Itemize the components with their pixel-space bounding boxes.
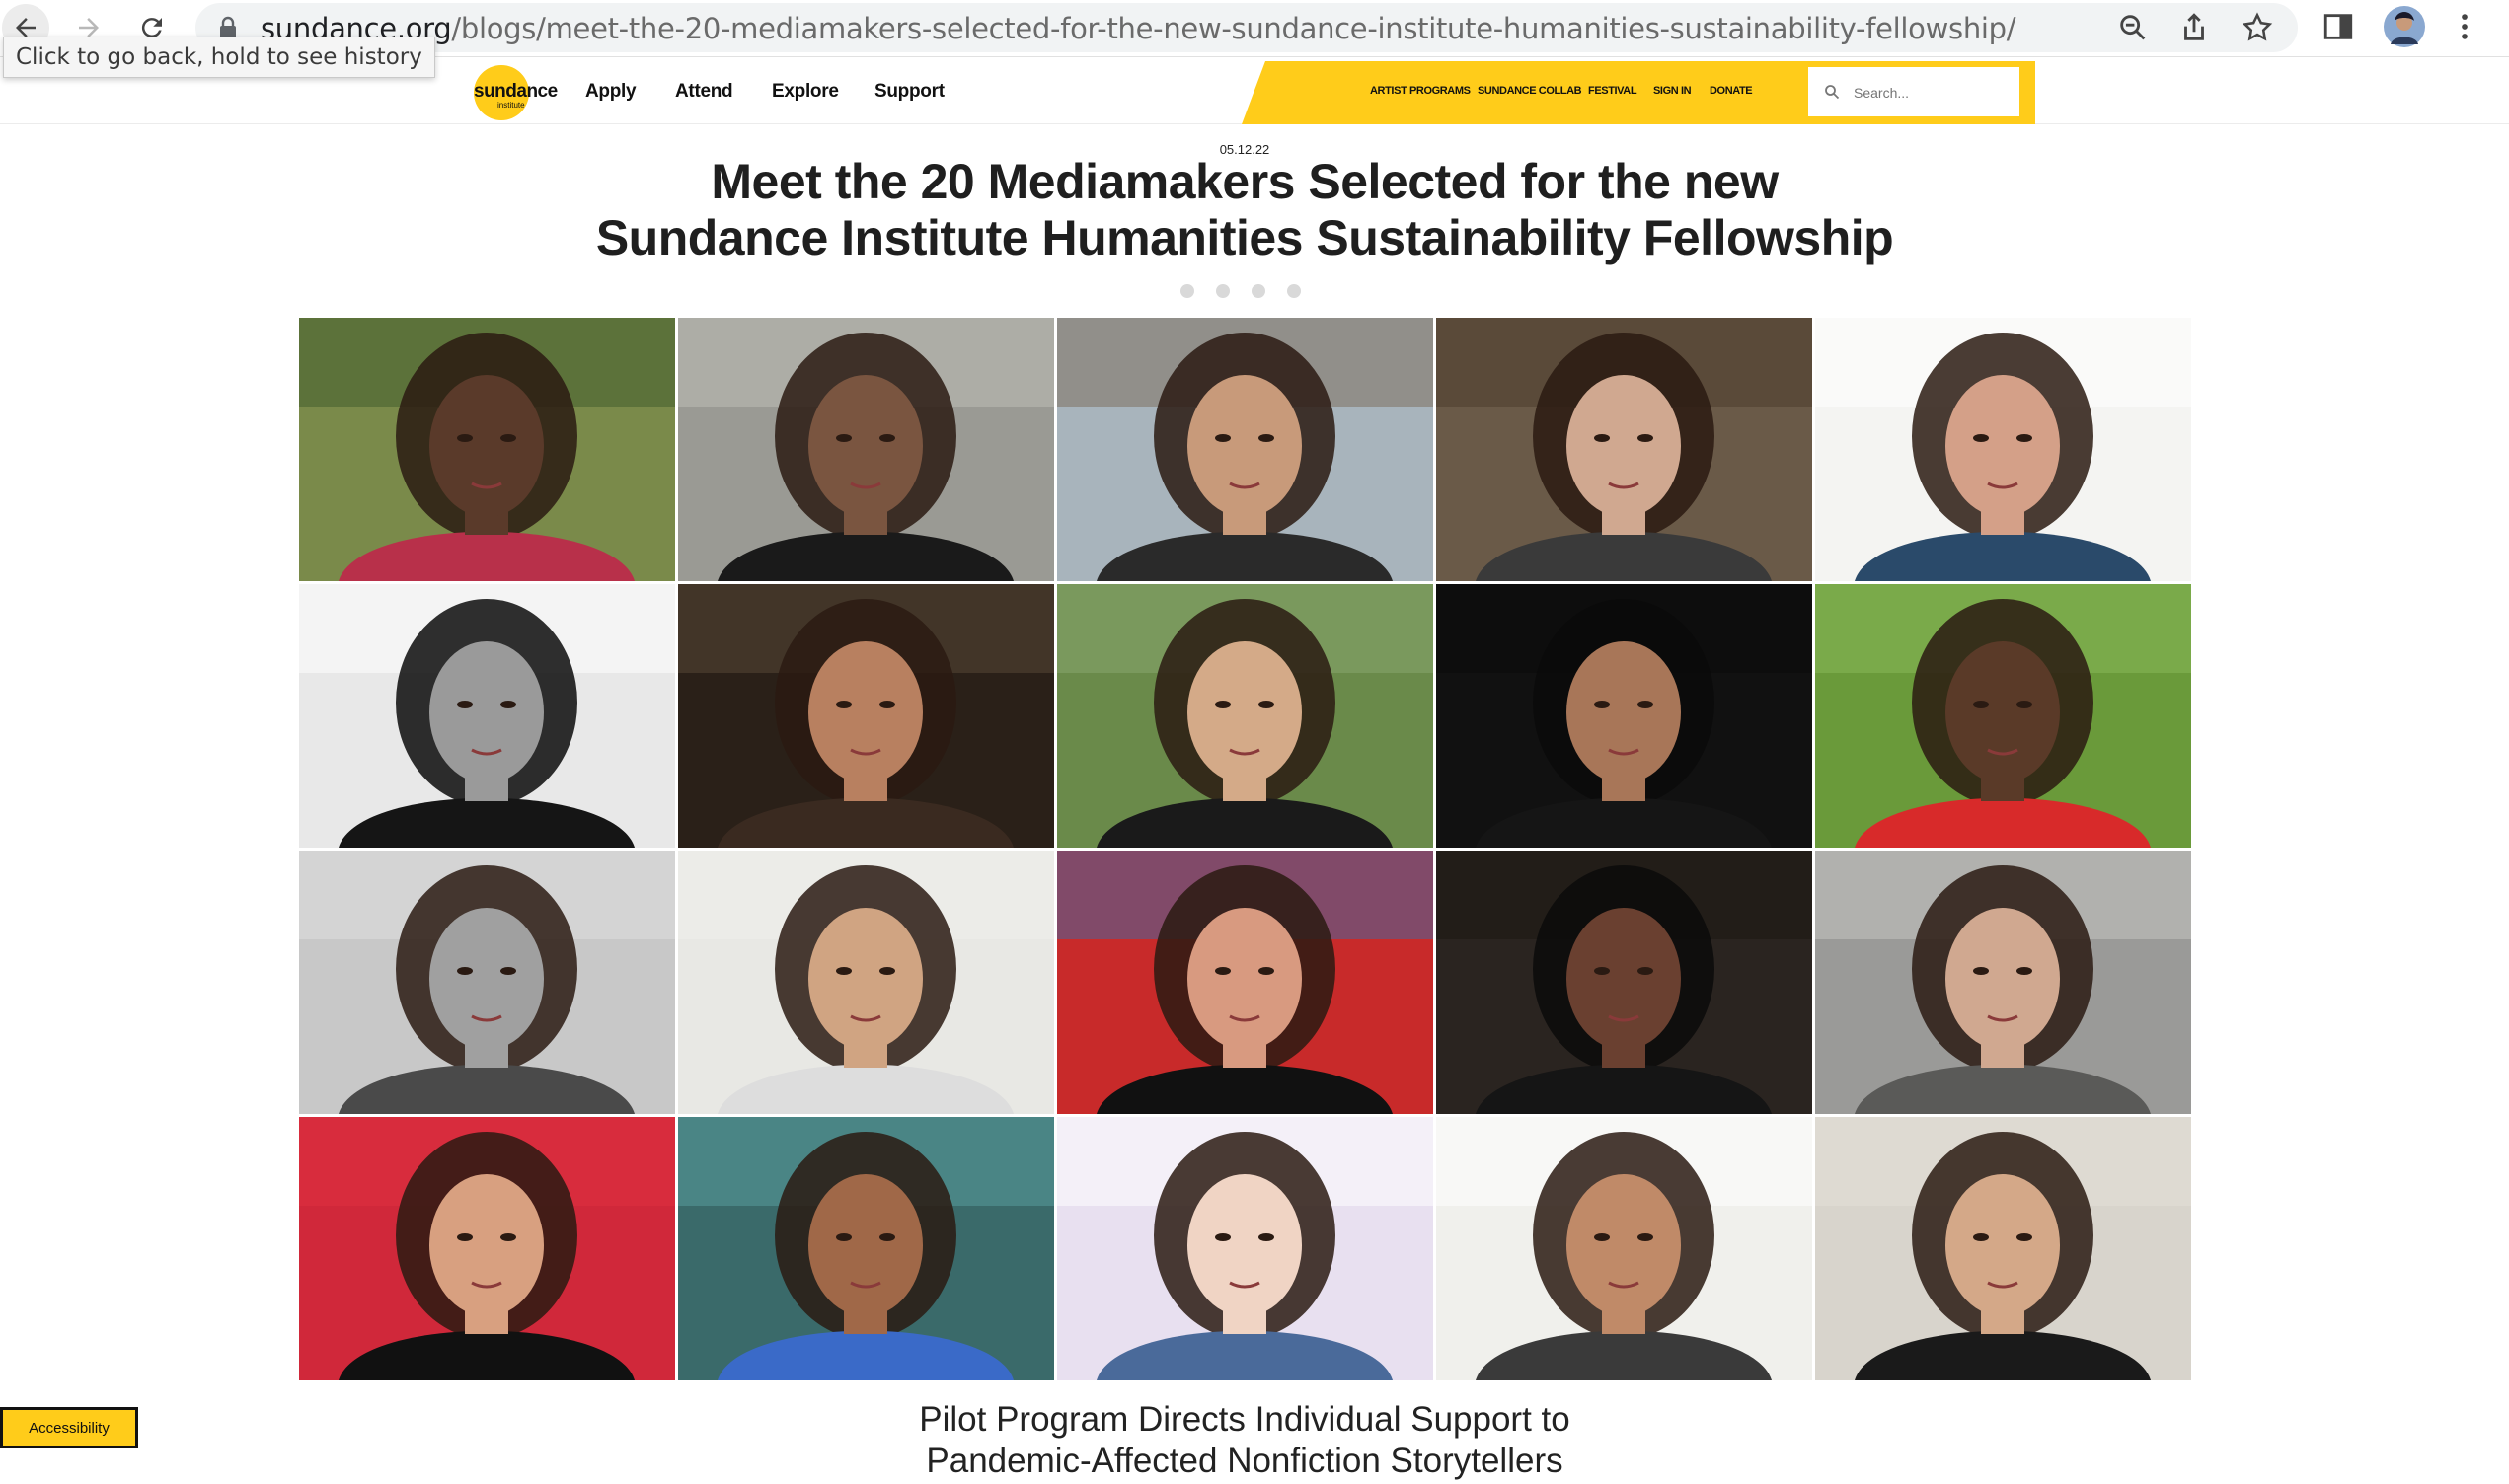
portrait-image xyxy=(1057,851,1433,1114)
share-icon[interactable] xyxy=(2177,11,2211,44)
portrait-image xyxy=(299,1117,675,1380)
nav-festival[interactable]: FESTIVAL xyxy=(1588,85,1637,97)
back-button-tooltip: Click to go back, hold to see history xyxy=(3,37,435,78)
logo-subtext: institute xyxy=(497,101,525,110)
nav-apply[interactable]: Apply xyxy=(585,81,637,103)
portrait-grid xyxy=(299,318,2191,1381)
address-bar[interactable]: sundance.org/blogs/meet-the-20-mediamake… xyxy=(195,3,2298,52)
portrait-photo[interactable] xyxy=(299,851,675,1114)
portrait-photo[interactable] xyxy=(1057,318,1433,581)
nav-attend[interactable]: Attend xyxy=(675,81,733,103)
portrait-photo[interactable] xyxy=(678,1117,1054,1380)
portrait-image xyxy=(299,851,675,1114)
title-line-2: Sundance Institute Humanities Sustainabi… xyxy=(595,210,1894,265)
subheading-line-2: Pandemic-Affected Nonfiction Storyteller… xyxy=(926,1442,1563,1480)
portrait-photo[interactable] xyxy=(1436,1117,1812,1380)
share-row xyxy=(1180,284,1301,298)
search-icon xyxy=(1825,85,1840,100)
portrait-image xyxy=(299,318,675,581)
portrait-photo[interactable] xyxy=(678,851,1054,1114)
portrait-photo[interactable] xyxy=(1436,851,1812,1114)
subheading-line-1: Pilot Program Directs Individual Support… xyxy=(919,1400,1570,1439)
portrait-image xyxy=(1436,851,1812,1114)
portrait-image xyxy=(1057,318,1433,581)
portrait-image xyxy=(1815,851,2191,1114)
twitter-icon[interactable] xyxy=(1216,284,1230,298)
portrait-image xyxy=(678,1117,1054,1380)
portrait-photo[interactable] xyxy=(1815,318,2191,581)
portrait-photo[interactable] xyxy=(1436,584,1812,848)
portrait-image xyxy=(678,318,1054,581)
side-panel-icon[interactable] xyxy=(2321,10,2355,43)
nav-explore[interactable]: Explore xyxy=(772,81,839,103)
title-line-1: Meet the 20 Mediamakers Selected for the… xyxy=(711,154,1779,209)
site-search[interactable] xyxy=(1808,67,2019,116)
url-text[interactable]: sundance.org/blogs/meet-the-20-mediamake… xyxy=(261,12,2016,45)
portrait-photo[interactable] xyxy=(299,1117,675,1380)
url-path: /blogs/meet-the-20-mediamakers-selected-… xyxy=(451,12,2016,45)
page-title: Meet the 20 Mediamakers Selected for the… xyxy=(0,154,2489,266)
portrait-image xyxy=(1436,1117,1812,1380)
pinterest-icon[interactable] xyxy=(1287,284,1301,298)
portrait-photo[interactable] xyxy=(1436,318,1812,581)
portrait-image xyxy=(1815,1117,2191,1380)
portrait-photo[interactable] xyxy=(299,318,675,581)
logo-wordmark[interactable]: sundance xyxy=(474,81,558,103)
accessibility-button[interactable]: Accessibility xyxy=(0,1407,138,1448)
portrait-photo[interactable] xyxy=(1057,584,1433,848)
portrait-image xyxy=(299,584,675,848)
profile-avatar[interactable] xyxy=(2383,5,2426,48)
facebook-icon[interactable] xyxy=(1180,284,1194,298)
portrait-image xyxy=(678,584,1054,848)
portrait-image xyxy=(1436,318,1812,581)
menu-kebab-icon[interactable] xyxy=(2448,10,2481,43)
search-input[interactable] xyxy=(1854,80,2002,106)
portrait-photo[interactable] xyxy=(299,584,675,848)
portrait-image xyxy=(1436,584,1812,848)
article-subheading: Pilot Program Directs Individual Support… xyxy=(0,1399,2489,1482)
bookmark-star-icon[interactable] xyxy=(2241,11,2274,44)
portrait-photo[interactable] xyxy=(678,318,1054,581)
portrait-image xyxy=(1057,1117,1433,1380)
nav-donate[interactable]: DONATE xyxy=(1710,85,1753,97)
nav-artist-programs[interactable]: ARTIST PROGRAMS xyxy=(1370,85,1471,97)
portrait-photo[interactable] xyxy=(1815,584,2191,848)
portrait-image xyxy=(678,851,1054,1114)
email-icon[interactable] xyxy=(1252,284,1265,298)
portrait-photo[interactable] xyxy=(678,584,1054,848)
portrait-photo[interactable] xyxy=(1057,1117,1433,1380)
portrait-photo[interactable] xyxy=(1815,851,2191,1114)
nav-sign-in[interactable]: SIGN IN xyxy=(1653,85,1692,97)
portrait-image xyxy=(1815,318,2191,581)
portrait-photo[interactable] xyxy=(1057,851,1433,1114)
portrait-photo[interactable] xyxy=(1815,1117,2191,1380)
portrait-image xyxy=(1815,584,2191,848)
nav-support[interactable]: Support xyxy=(874,81,945,103)
portrait-image xyxy=(1057,584,1433,848)
nav-sundance-collab[interactable]: SUNDANCE COLLAB xyxy=(1478,85,1582,97)
zoom-icon[interactable] xyxy=(2116,11,2150,44)
